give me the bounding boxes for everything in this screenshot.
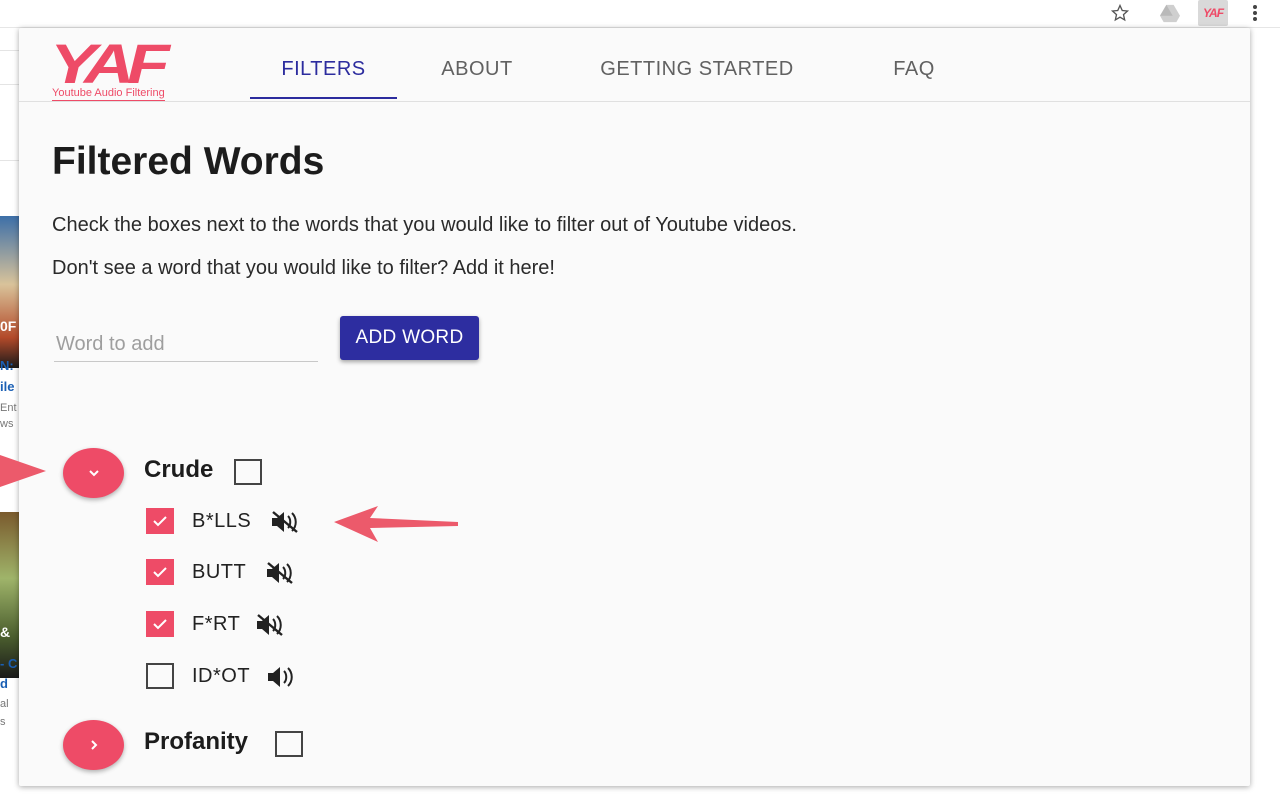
channel-fragment: Ent [0, 402, 17, 414]
logo-subtitle: Youtube Audio Filtering [52, 87, 165, 101]
word-to-add-input[interactable] [54, 328, 318, 362]
checkmark-icon [153, 516, 167, 527]
logo-text: YAF [50, 32, 170, 95]
chevron-right-icon [90, 740, 97, 750]
views-fragment: ws [0, 418, 14, 430]
word-checkbox[interactable] [146, 559, 174, 585]
annotation-arrow-icon [0, 455, 46, 487]
category-label-profanity: Profanity [144, 728, 249, 755]
views-fragment: s [0, 716, 6, 728]
yaf-extension-button[interactable]: YAF [1198, 0, 1228, 26]
volume-muted-icon[interactable] [269, 509, 301, 535]
browser-menu-icon[interactable] [1244, 0, 1266, 26]
add-word-button[interactable]: ADD WORD [340, 316, 479, 360]
video-thumbnail[interactable] [0, 216, 20, 368]
browser-toolbar: YAF [0, 0, 1280, 28]
video-title-fragment[interactable]: N: [0, 358, 14, 373]
word-checkbox[interactable] [146, 508, 174, 534]
volume-muted-icon[interactable] [254, 612, 286, 638]
tab-about[interactable]: ABOUT [417, 48, 537, 100]
divider [0, 50, 20, 51]
category-checkbox-profanity[interactable] [275, 731, 303, 757]
page-title: Filtered Words [52, 140, 325, 183]
divider [0, 84, 20, 85]
video-title-fragment[interactable]: d [0, 676, 8, 691]
add-word-prompt: Don't see a word that you would like to … [52, 257, 555, 279]
word-label: BUTT [192, 561, 247, 583]
top-navigation: YAF Youtube Audio Filtering FILTERS ABOU… [19, 28, 1250, 102]
chevron-down-icon [88, 470, 99, 477]
active-tab-indicator [250, 97, 397, 99]
category-label-crude: Crude [144, 456, 214, 483]
annotation-arrow-icon [334, 506, 458, 542]
category-checkbox-crude[interactable] [234, 459, 262, 485]
extension-popup: YAF Youtube Audio Filtering FILTERS ABOU… [19, 28, 1250, 786]
bookmark-star-icon[interactable] [1106, 0, 1134, 26]
collapse-category-button[interactable] [63, 448, 124, 498]
tab-faq[interactable]: FAQ [869, 48, 959, 100]
thumbnail-text: & [0, 624, 11, 640]
instructions-text: Check the boxes next to the words that y… [52, 214, 797, 236]
volume-muted-icon[interactable] [264, 560, 296, 586]
word-label: B*LLS [192, 510, 252, 532]
video-title-fragment[interactable]: ile [0, 379, 14, 394]
divider [0, 160, 20, 161]
volume-on-icon[interactable] [265, 664, 297, 690]
tab-filters[interactable]: FILTERS [250, 48, 397, 100]
expand-category-button[interactable] [63, 720, 124, 770]
word-checkbox[interactable] [146, 611, 174, 637]
tab-getting-started[interactable]: GETTING STARTED [567, 48, 827, 100]
thumbnail-text: 0F [0, 318, 17, 334]
checkmark-icon [153, 619, 167, 630]
google-drive-extension-icon[interactable] [1156, 0, 1184, 26]
word-label: ID*OT [192, 665, 251, 687]
background-page: 0F N: ile Ent ws & - C d al s [0, 28, 20, 800]
channel-fragment: al [0, 698, 9, 710]
checkmark-icon [153, 567, 167, 578]
video-thumbnail[interactable] [0, 512, 20, 678]
word-checkbox[interactable] [146, 663, 174, 689]
extension-badge: YAF [1202, 6, 1224, 20]
video-title-fragment[interactable]: - C [0, 656, 17, 671]
yaf-logo: YAF Youtube Audio Filtering [50, 32, 234, 102]
word-label: F*RT [192, 613, 241, 635]
